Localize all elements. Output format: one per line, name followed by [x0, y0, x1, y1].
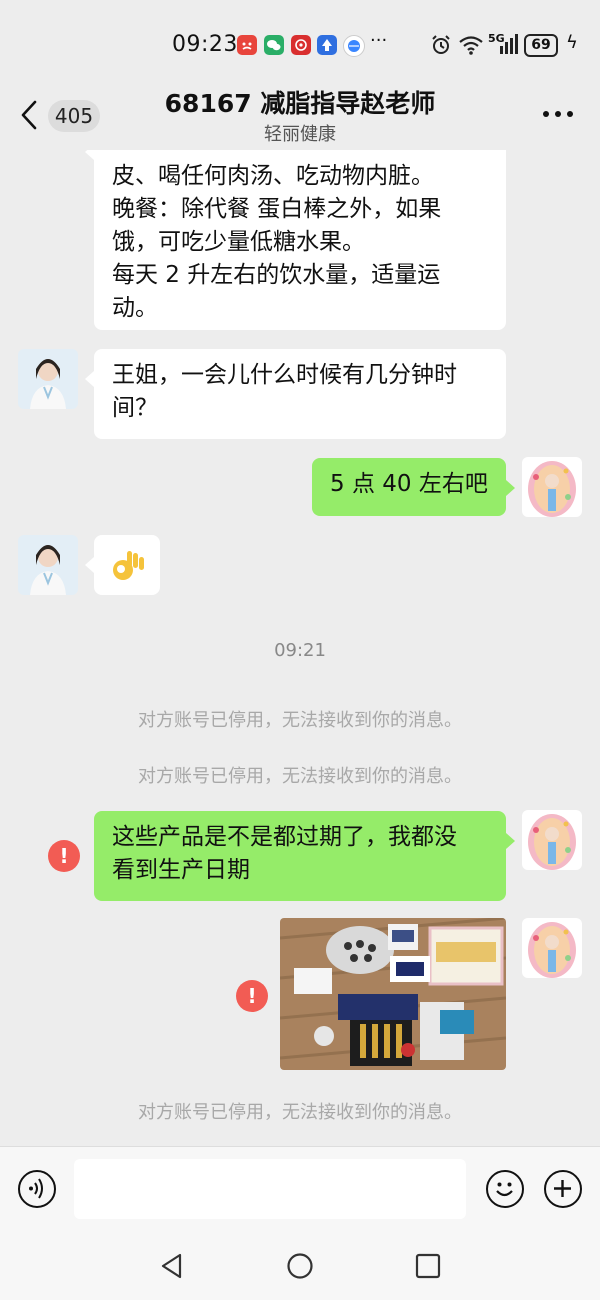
nav-home-button[interactable] [286, 1252, 314, 1280]
message-line: 动。 [112, 295, 158, 321]
system-notice: 对方账号已停用，无法接收到你的消息。 [138, 766, 462, 787]
system-notice: 对方账号已停用，无法接收到你的消息。 [138, 710, 462, 731]
chat-title: 68167 减脂指导赵老师 [164, 89, 436, 118]
send-failed-icon[interactable]: ! [48, 840, 80, 872]
app-browser-icon [343, 35, 365, 57]
plus-icon [554, 1180, 571, 1197]
message-bubble-outgoing[interactable]: 5 点 40 左右吧 [312, 458, 515, 516]
app-red-icon [291, 35, 311, 55]
my-avatar[interactable] [522, 457, 582, 517]
message-line: 这些产品是不是都过期了，我都没 [112, 824, 457, 850]
message-line: 看到生产日期 [112, 857, 250, 883]
alarm-icon [430, 34, 452, 60]
emoji-button[interactable] [486, 1170, 524, 1208]
teacher-avatar[interactable] [18, 535, 78, 595]
ok-hand-emoji-icon [113, 551, 144, 580]
message-line: 王姐，一会儿什么时候有几分钟时 [112, 362, 457, 388]
more-notifications: ··· [370, 30, 388, 51]
app-blue-icon [317, 35, 337, 55]
message-line: 晚餐：除代餐 蛋白棒之外，如果 [112, 196, 442, 222]
chat-subtitle: 轻丽健康 [264, 124, 336, 145]
more-actions-button[interactable] [544, 1170, 582, 1208]
voice-icon [29, 1178, 43, 1199]
battery-indicator: 69 [524, 34, 558, 57]
message-bubble-incoming[interactable]: 王姐，一会儿什么时候有几分钟时 间？ [85, 349, 506, 439]
wifi-icon [458, 34, 484, 60]
message-list[interactable]: 皮、喝任何肉汤、吃动物内脏。 晚餐：除代餐 蛋白棒之外，如果 饿，可吃少量低糖水… [0, 150, 600, 1146]
message-bubble-outgoing[interactable]: 这些产品是不是都过期了，我都没 看到生产日期 [94, 811, 515, 901]
input-bar [0, 1146, 600, 1233]
system-notice: 对方账号已停用，无法接收到你的消息。 [138, 1102, 462, 1123]
more-options-button[interactable] [538, 102, 578, 126]
message-line: 5 点 40 左右吧 [330, 471, 488, 497]
message-text-input[interactable] [74, 1159, 466, 1219]
send-failed-icon[interactable]: ! [236, 980, 268, 1012]
square-recents-icon [415, 1253, 441, 1279]
weibo-icon [237, 35, 257, 55]
message-line: 每天 2 升左右的饮水量，适量运 [112, 262, 441, 288]
nav-back-button[interactable] [158, 1252, 186, 1280]
wechat-icon [264, 35, 284, 55]
product-photo-image [280, 918, 506, 1070]
circle-home-icon [287, 1253, 313, 1279]
smiley-icon [496, 1182, 513, 1197]
photo-message[interactable] [280, 918, 506, 1070]
charging-icon: ϟ [566, 32, 578, 53]
chat-header: 405 68167 减脂指导赵老师 轻丽健康 [0, 84, 600, 150]
message-bubble-incoming[interactable] [85, 535, 160, 595]
timestamp: 09:21 [274, 640, 326, 661]
voice-input-button[interactable] [18, 1170, 56, 1208]
system-navigation-bar [0, 1232, 600, 1300]
nav-recents-button[interactable] [414, 1252, 442, 1280]
message-line: 饿，可吃少量低糖水果。 [112, 229, 365, 255]
more-dots-icon [543, 111, 573, 117]
message-bubble-incoming[interactable]: 皮、喝任何肉汤、吃动物内脏。 晚餐：除代餐 蛋白棒之外，如果 饿，可吃少量低糖水… [85, 150, 506, 330]
status-time: 09:23 [172, 32, 238, 57]
message-line: 皮、喝任何肉汤、吃动物内脏。 [112, 163, 434, 189]
my-avatar[interactable] [522, 918, 582, 978]
teacher-avatar[interactable] [18, 349, 78, 409]
my-avatar[interactable] [522, 810, 582, 870]
message-line: 间？ [112, 395, 158, 421]
triangle-back-icon [161, 1253, 182, 1279]
status-bar: 09:23 ··· 5G 69 ϟ [0, 0, 600, 84]
